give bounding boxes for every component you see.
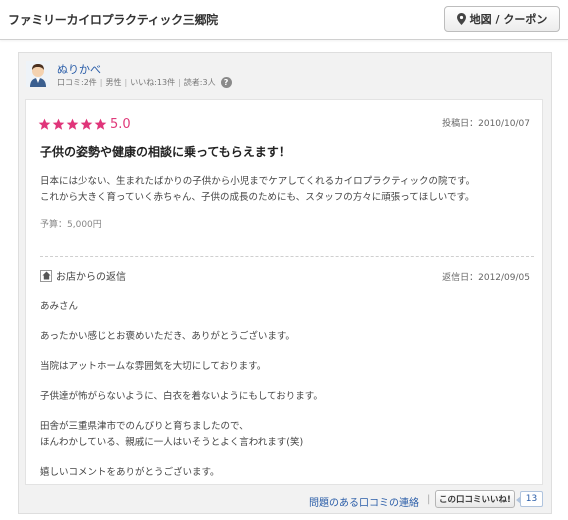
stat-separator: | [178,78,181,87]
review-container: ぬりかべ 口コミ:2件 | 男性 | いいね:13件 | 読者:3人 ? 5.0… [18,52,552,514]
report-problem-link[interactable]: 問題のある口コミの連絡 [309,494,419,509]
reviewer-name[interactable]: ぬりかべ [57,61,101,77]
stat-separator: | [124,78,128,87]
map-coupon-label: 地図 / クーポン [469,13,548,26]
reply-date: 返信日：2012/09/05 [442,273,530,283]
rating-value: 5.0 [110,117,131,132]
review-title: 子供の姿勢や健康の相談に乗ってもらえます！ [40,145,291,159]
star-icon [66,118,79,130]
reply-line: 子供達が怖がらないように、白衣を着ないようにもしております。 [40,391,323,402]
stat-reviews: 口コミ:2件 [57,78,97,87]
review-budget: 予算：5,000円 [40,220,102,230]
reply-line: あったかい感じとお褒めいただき、ありがとうございます。 [40,331,295,342]
help-icon[interactable]: ? [220,77,232,88]
star-icon [94,118,107,130]
review-body-line: これから大きく育っていく赤ちゃん、子供の成長のためにも、スタッフの方々に頑張って… [40,192,475,203]
review-body: 日本には少ない、生まれたばかりの子供から小児までケアしてくれるカイロプラクティッ… [40,174,536,206]
shop-name: ファミリーカイロプラクティック三郷院 [8,13,218,27]
star-icon [52,118,65,130]
reply-line: ほんわかしている、親戚に一人はいそうとよく言われます(笑) [40,437,304,448]
stat-separator: | [99,78,103,87]
rating-stars: 5.0 [38,117,131,132]
reply-line: 田舎が三重県津市でのんびりと育ちましたので、 [40,421,249,432]
avatar-icon[interactable] [26,61,50,87]
reply-line: あみさん [40,301,79,312]
reply-header: お店からの返信 [40,268,126,283]
star-icon [38,118,51,130]
reply-label: お店からの返信 [56,272,126,283]
like-button[interactable]: この口コミいいね! [435,490,515,508]
like-count: 13 [516,491,543,507]
map-coupon-button[interactable]: 地図 / クーポン [444,6,560,32]
stat-gender: 男性 [105,78,122,87]
reviewer-stats: 口コミ:2件 | 男性 | いいね:13件 | 読者:3人 ? [57,77,232,88]
reply-line: 嬉しいコメントをありがとうございます。 [40,467,220,478]
map-pin-icon [456,13,466,25]
stat-likes: いいね:13件 [130,78,176,87]
reply-line: 当院はアットホームな雰囲気を大切にしております。 [40,361,267,372]
footer-separator: | [427,494,431,505]
posted-date: 投稿日：2010/10/07 [442,119,530,129]
review-body-line: 日本には少ない、生まれたばかりの子供から小児までケアしてくれるカイロプラクティッ… [40,176,476,187]
review-card: 5.0 投稿日：2010/10/07 子供の姿勢や健康の相談に乗ってもらえます！… [25,99,543,485]
divider [40,256,534,257]
stat-readers: 読者:3人 [183,78,216,87]
star-icon [80,118,93,130]
shop-header: ファミリーカイロプラクティック三郷院 地図 / クーポン [0,0,568,40]
house-icon [40,269,52,282]
